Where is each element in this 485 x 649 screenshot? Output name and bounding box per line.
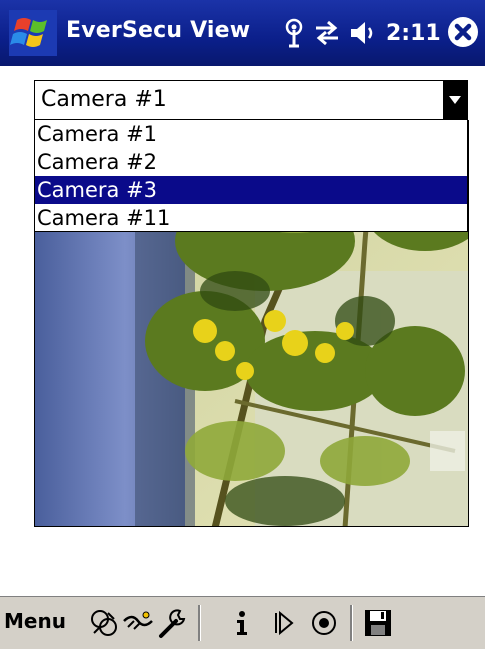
- record-icon: [312, 611, 336, 635]
- close-icon: [448, 17, 478, 47]
- camera-select[interactable]: Camera #1: [34, 80, 468, 120]
- record-button[interactable]: [308, 607, 340, 639]
- antenna-icon[interactable]: [282, 18, 306, 48]
- network-button[interactable]: [88, 607, 120, 639]
- status-area: 2:11: [282, 16, 441, 50]
- camera-select-value: Camera #1: [41, 87, 167, 112]
- title-bar: EverSecu View 2:11: [0, 0, 485, 66]
- settings-button[interactable]: [156, 607, 188, 639]
- camera-option-3[interactable]: Camera #3: [35, 176, 467, 204]
- save-icon: [365, 610, 391, 636]
- app-title: EverSecu View: [66, 18, 251, 43]
- close-button[interactable]: [447, 16, 479, 48]
- toolbar-separator: [198, 605, 201, 641]
- camera-dropdown-list: Camera #1 Camera #2 Camera #3 Camera #11: [34, 120, 468, 232]
- play-button[interactable]: [268, 607, 300, 639]
- clock[interactable]: 2:11: [386, 21, 441, 46]
- connectivity-arrows-icon[interactable]: [312, 19, 342, 47]
- wrench-icon: [159, 609, 186, 638]
- toolbar-separator: [350, 605, 353, 641]
- save-button[interactable]: [362, 607, 394, 639]
- play-icon: [275, 610, 294, 636]
- bottom-toolbar: Menu: [0, 596, 485, 649]
- dropdown-button[interactable]: [443, 81, 467, 119]
- handshake-button[interactable]: [122, 607, 154, 639]
- camera-option-2[interactable]: Camera #2: [35, 148, 467, 176]
- camera-option-11[interactable]: Camera #11: [35, 204, 467, 232]
- info-icon: [237, 611, 247, 635]
- menu-button[interactable]: Menu: [4, 609, 66, 633]
- speaker-icon[interactable]: [348, 19, 376, 47]
- info-button[interactable]: [226, 607, 258, 639]
- handshake-icon: [123, 611, 153, 630]
- network-icon: [91, 610, 117, 636]
- windows-flag-icon[interactable]: [9, 10, 57, 56]
- camera-option-1[interactable]: Camera #1: [35, 120, 467, 148]
- chevron-down-icon: [449, 96, 461, 104]
